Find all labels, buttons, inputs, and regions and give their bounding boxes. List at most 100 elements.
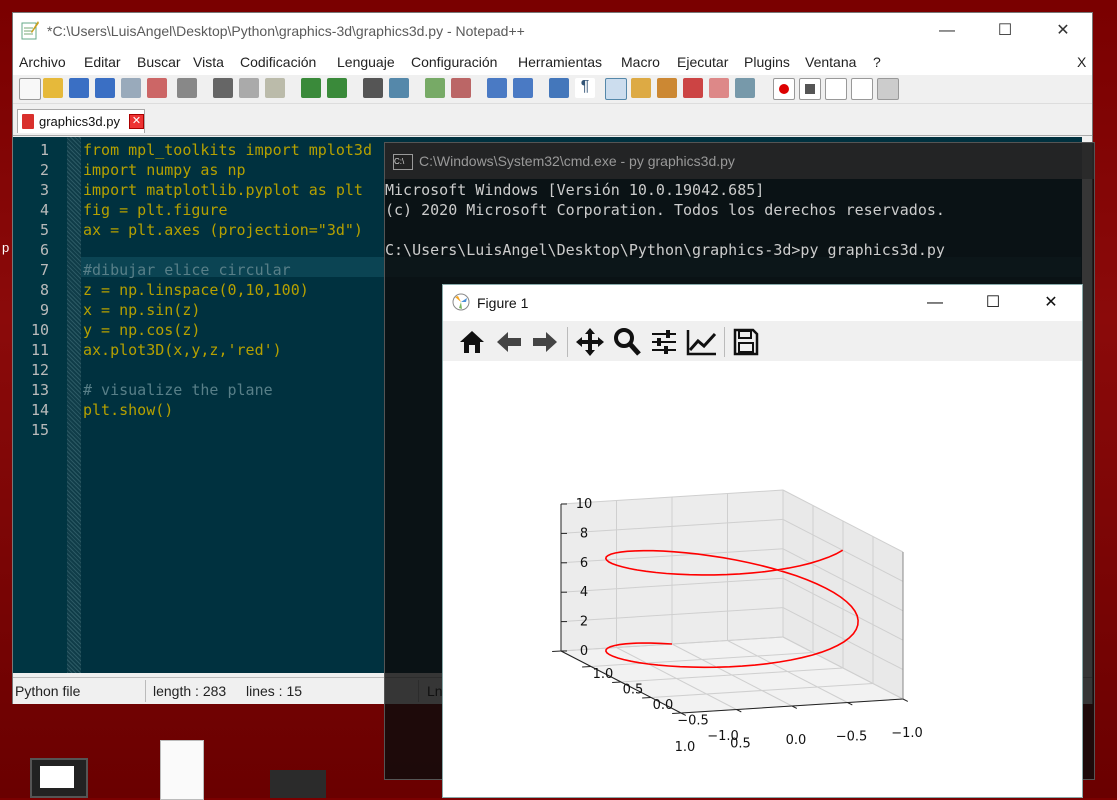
status-lines: lines : 15	[246, 683, 303, 699]
print-icon[interactable]	[177, 78, 197, 98]
menu-editar[interactable]: Editar	[84, 54, 121, 70]
monitoring-icon[interactable]	[735, 78, 755, 98]
desktop-video-icon[interactable]	[30, 758, 88, 798]
cmd-title: C:\Windows\System32\cmd.exe - py graphic…	[419, 153, 735, 169]
edit-axes-icon[interactable]	[686, 328, 718, 356]
line-number: 12	[30, 361, 49, 379]
save-icon[interactable]	[69, 78, 89, 98]
tab-close-icon[interactable]: ✕	[129, 114, 144, 129]
cut-icon[interactable]	[213, 78, 233, 98]
menu-buscar[interactable]: Buscar	[137, 54, 181, 70]
play-macro-icon[interactable]	[825, 78, 847, 100]
figure-minimize-button[interactable]: —	[906, 285, 964, 321]
cmd-line: (c) 2020 Microsoft Corporation. Todos lo…	[385, 201, 945, 219]
pan-icon[interactable]	[575, 327, 605, 357]
open-file-icon[interactable]	[43, 78, 63, 98]
menu-configuracion[interactable]: Configuración	[411, 54, 497, 70]
zoom-in-icon[interactable]	[425, 78, 445, 98]
replace-icon[interactable]	[389, 78, 409, 98]
minimize-button[interactable]: —	[918, 13, 976, 49]
code-line: # visualize the plane	[83, 381, 273, 399]
code-line: from mpl_toolkits import mplot3d	[83, 141, 372, 159]
save-all-icon[interactable]	[95, 78, 115, 98]
code-line: ax.plot3D(x,y,z,'red')	[83, 341, 282, 359]
x-tick-mark	[791, 705, 798, 709]
status-length: length : 283	[153, 683, 227, 699]
y-tick-mark	[552, 650, 562, 653]
menu-ventana[interactable]: Ventana	[805, 54, 856, 70]
toolbar: ¶	[13, 75, 1092, 104]
z-tick-label: 4	[580, 585, 588, 600]
back-icon[interactable]	[495, 329, 523, 355]
zoom-out-icon[interactable]	[451, 78, 471, 98]
paste-icon[interactable]	[265, 78, 285, 98]
menu-macro[interactable]: Macro	[621, 54, 660, 70]
folder-workspace-icon[interactable]	[709, 78, 729, 98]
code-line: fig = plt.figure	[83, 201, 228, 219]
z-tick-label: 2	[580, 615, 588, 630]
close-file-icon[interactable]	[121, 78, 141, 98]
copy-icon[interactable]	[239, 78, 259, 98]
figure-title-bar: Figure 1 — ☐ ✕	[443, 285, 1082, 321]
line-number: 6	[39, 241, 49, 259]
zoom-icon[interactable]	[613, 327, 641, 357]
close-all-icon[interactable]	[147, 78, 167, 98]
cmd-app-icon: C:\	[393, 154, 413, 170]
y-tick-mark	[642, 697, 652, 699]
show-all-chars-icon[interactable]: ¶	[575, 78, 595, 98]
close-button[interactable]: ✕	[1034, 13, 1092, 49]
z-tick-label: 6	[580, 556, 588, 571]
undo-icon[interactable]	[301, 78, 321, 98]
maximize-button[interactable]: ☐	[976, 13, 1034, 49]
menu-ejecutar[interactable]: Ejecutar	[677, 54, 728, 70]
cmd-line: C:\Users\LuisAngel\Desktop\Python\graphi…	[385, 241, 945, 259]
find-icon[interactable]	[363, 78, 383, 98]
matplotlib-logo-icon	[452, 293, 470, 311]
home-icon[interactable]	[458, 329, 486, 355]
run-macro-multiple-icon[interactable]	[851, 78, 873, 100]
menu-bar: Archivo Editar Buscar Vista Codificación…	[13, 49, 1092, 75]
menu-herramientas[interactable]: Herramientas	[518, 54, 602, 70]
code-line: #dibujar elice circular	[83, 261, 291, 279]
y-tick-mark	[612, 681, 622, 684]
function-list-icon[interactable]	[683, 78, 703, 98]
menu-lenguaje[interactable]: Lenguaje	[337, 54, 395, 70]
sync-vertical-icon[interactable]	[487, 78, 507, 98]
menu-plugins[interactable]: Plugins	[744, 54, 790, 70]
figure-close-button[interactable]: ✕	[1022, 285, 1080, 321]
x-tick-label: 0.0	[786, 733, 807, 748]
desktop-document-icon[interactable]	[160, 740, 204, 800]
desktop-label-p: p	[2, 240, 10, 255]
save-icon[interactable]	[733, 328, 759, 356]
desktop-code-thumbnail[interactable]	[270, 770, 326, 798]
close-document-button[interactable]: X	[1077, 54, 1086, 70]
doc-map-icon[interactable]	[657, 78, 677, 98]
y-tick-label: 1.0	[593, 667, 614, 682]
redo-icon[interactable]	[327, 78, 347, 98]
fold-margin	[67, 137, 81, 673]
menu-codificacion[interactable]: Codificación	[240, 54, 316, 70]
y-tick-mark	[582, 666, 592, 668]
menu-help[interactable]: ?	[873, 54, 881, 70]
word-wrap-icon[interactable]	[549, 78, 569, 98]
menu-archivo[interactable]: Archivo	[19, 54, 66, 70]
menu-vista[interactable]: Vista	[193, 54, 224, 70]
forward-icon[interactable]	[531, 329, 559, 355]
new-file-icon[interactable]	[19, 78, 41, 100]
user-language-icon[interactable]	[631, 78, 651, 98]
line-number: 5	[39, 221, 49, 239]
3d-plot[interactable]: −1.0−0.50.00.51.0−1.0−0.50.00.51.0024681…	[443, 361, 1082, 797]
code-line: z = np.linspace(0,10,100)	[83, 281, 309, 299]
figure-maximize-button[interactable]: ☐	[964, 285, 1022, 321]
sync-horizontal-icon[interactable]	[513, 78, 533, 98]
configure-subplots-icon[interactable]	[650, 328, 678, 356]
cmd-line: Microsoft Windows [Versión 10.0.19042.68…	[385, 181, 765, 199]
record-macro-icon[interactable]	[773, 78, 795, 100]
line-number: 4	[39, 201, 49, 219]
tab-graphics3d[interactable]: graphics3d.py ✕	[17, 109, 145, 133]
line-number: 15	[30, 421, 49, 439]
stop-macro-icon[interactable]	[799, 78, 821, 100]
indent-guide-icon[interactable]	[605, 78, 627, 100]
line-number: 9	[39, 301, 49, 319]
save-macro-icon[interactable]	[877, 78, 899, 100]
